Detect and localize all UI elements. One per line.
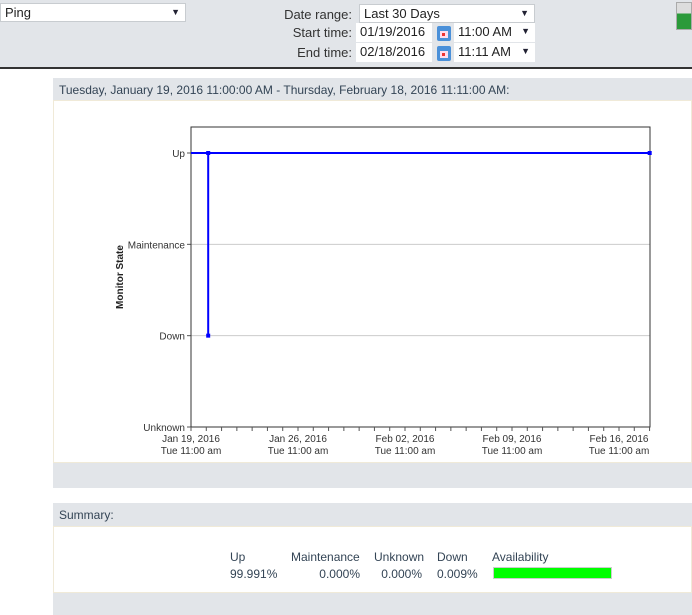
y-tick-label: Down (159, 332, 185, 343)
start-date-input[interactable]: 01/19/2016 (356, 23, 432, 42)
chart-panel-footer (53, 463, 692, 488)
summary-value-down: 0.009% (437, 567, 478, 581)
summary-header-up: Up (230, 550, 246, 564)
x-tick-label: Feb 16, 2016 (590, 434, 649, 445)
data-point (206, 151, 211, 155)
summary-header-unknown: Unknown (374, 550, 425, 564)
toolbar: Ping ▼ Date range: Last 30 Days ▼ Start ti… (0, 0, 692, 69)
date-range-value: Last 30 Days (364, 6, 440, 21)
dropdown-arrow-icon: ▼ (520, 8, 529, 18)
x-tick-sublabel: Tue 11:00 am (268, 446, 329, 457)
dropdown-arrow-icon: ▼ (171, 7, 180, 17)
summary-header-down: Down (437, 550, 468, 564)
monitor-state-chart: UnknownDownMaintenanceUpJan 19, 2016Tue … (115, 126, 652, 457)
summary-header-availability: Availability (492, 550, 549, 564)
x-tick-label: Feb 09, 2016 (483, 434, 542, 445)
summary-value-unknown: 0.000% (381, 567, 422, 581)
summary-value-up: 99.991% (230, 567, 278, 581)
date-range-select[interactable]: Last 30 Days ▼ (359, 4, 535, 23)
chart-panel-header: Tuesday, January 19, 2016 11:00:00 AM - … (53, 78, 692, 100)
y-tick-label: Maintenance (128, 240, 186, 251)
x-tick-label: Jan 19, 2016 (162, 434, 220, 445)
x-tick-sublabel: Tue 11:00 am (375, 446, 436, 457)
x-tick-sublabel: Tue 11:00 am (161, 446, 222, 457)
end-time-value: 11:11 AM (458, 44, 511, 59)
end-time-label: End time: (297, 45, 352, 60)
monitor-select-value: Ping (5, 5, 32, 20)
summary-header: Summary: (53, 503, 692, 526)
x-tick-label: Feb 02, 2016 (376, 434, 435, 445)
monitor-select[interactable]: Ping ▼ (0, 3, 186, 22)
summary-panel: Up Maintenance Unknown Down Availability… (53, 526, 692, 593)
x-tick-sublabel: Tue 11:00 am (482, 446, 543, 457)
chart-icon[interactable] (676, 2, 692, 30)
start-time-label: Start time: (292, 25, 352, 40)
summary-header-maintenance: Maintenance (291, 550, 360, 564)
start-time-value: 11:00 AM (458, 24, 512, 39)
y-tick-label: Unknown (143, 423, 185, 434)
data-point (647, 151, 652, 155)
y-axis-label: Monitor State (115, 245, 126, 309)
calendar-icon[interactable] (437, 26, 451, 41)
date-range-label: Date range: (284, 7, 352, 22)
calendar-icon[interactable] (437, 46, 451, 61)
summary-footer (53, 593, 692, 615)
x-tick-label: Jan 26, 2016 (269, 434, 327, 445)
dropdown-arrow-icon: ▼ (521, 46, 530, 56)
start-time-select[interactable]: 11:00 AM ▼ (454, 23, 535, 42)
dropdown-arrow-icon: ▼ (521, 26, 530, 36)
availability-bar (493, 567, 612, 579)
availability-bar-fill (494, 568, 611, 578)
chart-panel: Unknown Down Maintenance Up Jan 19, 2016 Tue … (53, 100, 692, 463)
x-tick-sublabel: Tue 11:00 am (589, 446, 650, 457)
plot-frame (190, 126, 651, 428)
data-point (206, 333, 211, 338)
end-time-select[interactable]: 11:11 AM ▼ (454, 43, 535, 62)
summary-value-maintenance: 0.000% (319, 567, 360, 581)
y-tick-label: Up (172, 149, 185, 160)
end-date-input[interactable]: 02/18/2016 (356, 43, 432, 62)
